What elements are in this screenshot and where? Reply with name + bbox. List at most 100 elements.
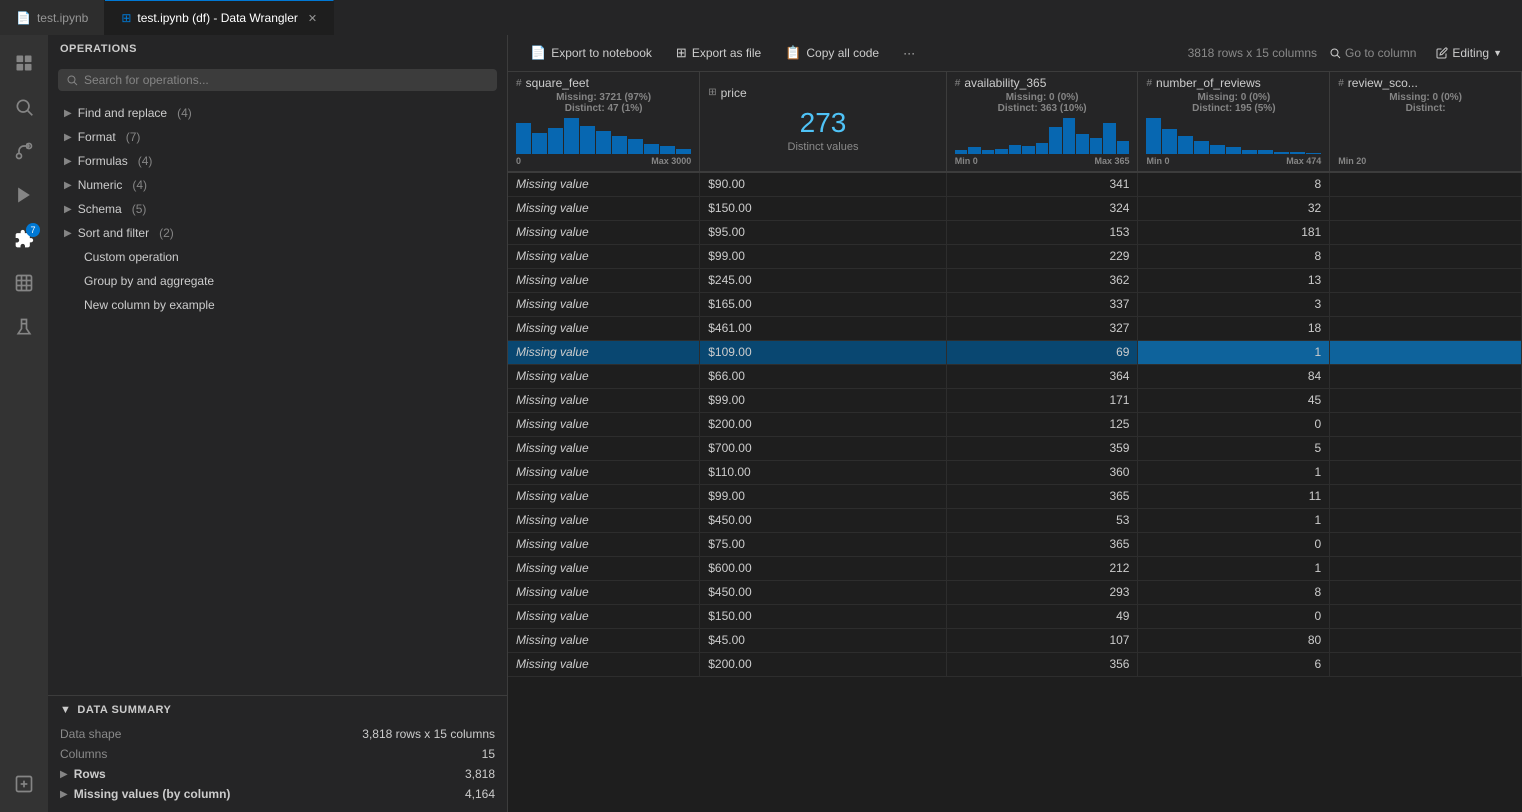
- ops-group-formulas[interactable]: ▶ Formulas (4): [56, 149, 499, 173]
- cell-square-feet: Missing value: [508, 244, 700, 268]
- table-row[interactable]: Missing value$99.002298: [508, 244, 1522, 268]
- table-row[interactable]: Missing value$110.003601: [508, 460, 1522, 484]
- table-row[interactable]: Missing value$90.003418: [508, 172, 1522, 196]
- col-header-square-feet[interactable]: # square_feet Missing: 3721 (97%) Distin…: [508, 72, 700, 172]
- activity-lab[interactable]: [4, 307, 44, 347]
- cell-availability: 362: [946, 268, 1138, 292]
- cell-availability: 125: [946, 412, 1138, 436]
- table-row[interactable]: Missing value$450.00531: [508, 508, 1522, 532]
- table-row[interactable]: Missing value$700.003595: [508, 436, 1522, 460]
- table-row[interactable]: Missing value$450.002938: [508, 580, 1522, 604]
- cell-square-feet: Missing value: [508, 604, 700, 628]
- table-row[interactable]: Missing value$150.0032432: [508, 196, 1522, 220]
- table-row[interactable]: Missing value$66.0036484: [508, 364, 1522, 388]
- cell-review-score: [1330, 340, 1522, 364]
- col-stats-square-feet: Missing: 3721 (97%) Distinct: 47 (1%): [516, 90, 691, 116]
- ds-row-missing-values[interactable]: ▶ Missing values (by column) 4,164: [60, 784, 495, 804]
- copy-all-code-button[interactable]: 📋 Copy all code: [775, 41, 889, 65]
- table-row[interactable]: Missing value$200.003566: [508, 652, 1522, 676]
- activity-extensions[interactable]: 7: [4, 219, 44, 259]
- activity-run-debug[interactable]: [4, 175, 44, 215]
- tab-grid-icon: ⊞: [121, 11, 131, 25]
- chevron-right-icon-5: ▶: [64, 204, 72, 215]
- ops-count-formulas: (4): [138, 154, 153, 168]
- table-row[interactable]: Missing value$109.00691: [508, 340, 1522, 364]
- cell-reviews: 6: [1138, 652, 1330, 676]
- cell-price: $150.00: [700, 196, 947, 220]
- cell-review-score: [1330, 484, 1522, 508]
- cell-reviews: 11: [1138, 484, 1330, 508]
- table-row[interactable]: Missing value$245.0036213: [508, 268, 1522, 292]
- cell-reviews: 13: [1138, 268, 1330, 292]
- activity-source-control[interactable]: [4, 131, 44, 171]
- cell-square-feet: Missing value: [508, 412, 700, 436]
- col-chart-review-score: [1338, 116, 1513, 156]
- activity-data-view[interactable]: [4, 263, 44, 303]
- cell-price: $95.00: [700, 220, 947, 244]
- table-row[interactable]: Missing value$99.0036511: [508, 484, 1522, 508]
- ops-group-by-aggregate[interactable]: Group by and aggregate: [56, 269, 499, 293]
- table-row[interactable]: Missing value$95.00153181: [508, 220, 1522, 244]
- cell-reviews: 8: [1138, 580, 1330, 604]
- grid-container[interactable]: # square_feet Missing: 3721 (97%) Distin…: [508, 72, 1522, 812]
- chevron-right-missing-icon: ▶: [60, 789, 68, 800]
- cell-review-score: [1330, 604, 1522, 628]
- ds-row-rows[interactable]: ▶ Rows 3,818: [60, 764, 495, 784]
- ops-group-numeric[interactable]: ▶ Numeric (4): [56, 173, 499, 197]
- cell-availability: 341: [946, 172, 1138, 196]
- col-missing-square-feet: Missing: 3721 (97%): [516, 92, 691, 103]
- tab-data-wrangler[interactable]: ⊞ test.ipynb (df) - Data Wrangler ✕: [105, 0, 334, 35]
- ops-group-sort-filter[interactable]: ▶ Sort and filter (2): [56, 221, 499, 245]
- export-to-notebook-button[interactable]: 📄 Export to notebook: [520, 41, 662, 65]
- col-header-availability[interactable]: # availability_365 Missing: 0 (0%) Disti…: [946, 72, 1138, 172]
- cell-availability: 360: [946, 460, 1138, 484]
- cell-square-feet: Missing value: [508, 340, 700, 364]
- ops-custom-operation[interactable]: Custom operation: [56, 245, 499, 269]
- col-header-price[interactable]: ⊞ price 273 Distinct values: [700, 72, 947, 172]
- tab-close-button[interactable]: ✕: [308, 12, 317, 25]
- search-input[interactable]: [84, 73, 489, 87]
- table-row[interactable]: Missing value$150.00490: [508, 604, 1522, 628]
- table-row[interactable]: Missing value$45.0010780: [508, 628, 1522, 652]
- ds-row-columns: Columns 15: [60, 744, 495, 764]
- cell-availability: 359: [946, 436, 1138, 460]
- more-options-button[interactable]: ···: [893, 42, 925, 64]
- table-row[interactable]: Missing value$461.0032718: [508, 316, 1522, 340]
- tab-test-ipynb[interactable]: 📄 test.ipynb: [0, 0, 105, 35]
- ops-group-format[interactable]: ▶ Format (7): [56, 125, 499, 149]
- col-header-review-score[interactable]: # review_sco... Missing: 0 (0%) Distinct…: [1330, 72, 1522, 172]
- table-row[interactable]: Missing value$75.003650: [508, 532, 1522, 556]
- ds-key-data-shape: Data shape: [60, 727, 121, 741]
- table-row[interactable]: Missing value$165.003373: [508, 292, 1522, 316]
- cell-square-feet: Missing value: [508, 556, 700, 580]
- col-header-reviews[interactable]: # number_of_reviews Missing: 0 (0%) Dist…: [1138, 72, 1330, 172]
- ops-new-column-example[interactable]: New column by example: [56, 293, 499, 317]
- col-name-review-score: review_sco...: [1348, 76, 1418, 90]
- table-row[interactable]: Missing value$600.002121: [508, 556, 1522, 580]
- data-summary-header[interactable]: ▼ DATA SUMMARY: [60, 704, 495, 716]
- cell-review-score: [1330, 220, 1522, 244]
- sidebar: OPERATIONS ▶ Find and replace (4) ▶ Form…: [48, 35, 508, 812]
- ops-label-schema: Schema: [78, 202, 122, 216]
- editing-button[interactable]: Editing ▼: [1428, 43, 1510, 63]
- ds-row-data-shape: Data shape 3,818 rows x 15 columns: [60, 724, 495, 744]
- col-range-reviews: Min 0Max 474: [1146, 156, 1321, 169]
- activity-search[interactable]: [4, 87, 44, 127]
- activity-explorer[interactable]: [4, 43, 44, 83]
- cell-price: $99.00: [700, 244, 947, 268]
- cell-availability: 365: [946, 484, 1138, 508]
- export-as-file-button[interactable]: ⊞ Export as file: [666, 41, 771, 65]
- ellipsis-icon: ···: [903, 46, 915, 60]
- table-row[interactable]: Missing value$200.001250: [508, 412, 1522, 436]
- ops-group-find-replace[interactable]: ▶ Find and replace (4): [56, 101, 499, 125]
- cell-availability: 229: [946, 244, 1138, 268]
- ops-count-format: (7): [126, 130, 141, 144]
- table-row[interactable]: Missing value$99.0017145: [508, 388, 1522, 412]
- cell-reviews: 3: [1138, 292, 1330, 316]
- ops-group-schema[interactable]: ▶ Schema (5): [56, 197, 499, 221]
- activity-new-wrangler[interactable]: [4, 764, 44, 804]
- go-to-column-button[interactable]: Go to column: [1329, 46, 1416, 60]
- cell-availability: 364: [946, 364, 1138, 388]
- ops-label-sort-filter: Sort and filter: [78, 226, 149, 240]
- toolbar-info: 3818 rows x 15 columns Go to column Edit…: [1188, 43, 1510, 63]
